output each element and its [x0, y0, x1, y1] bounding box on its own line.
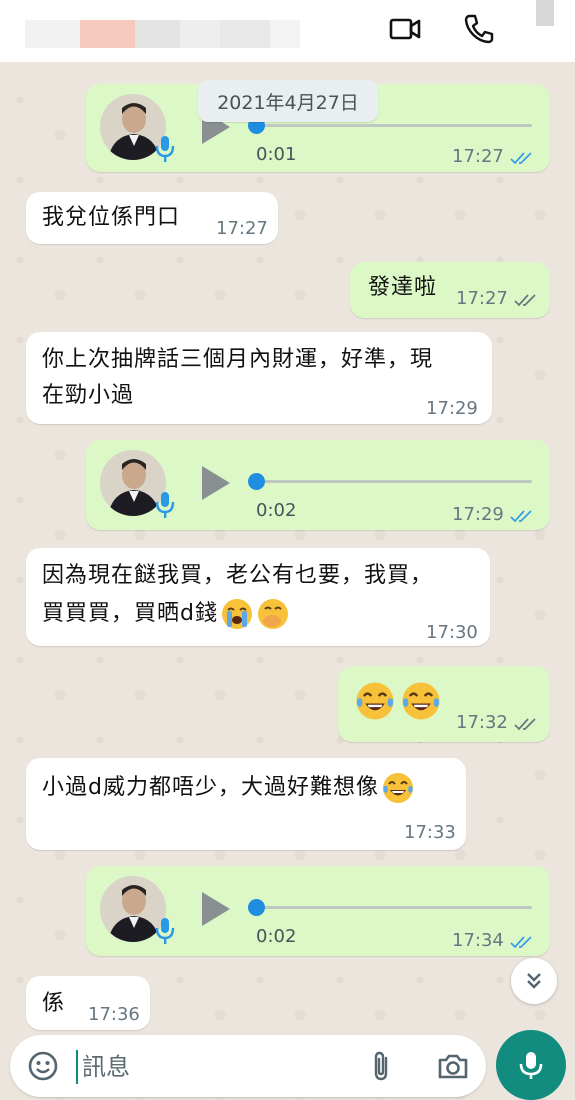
face-with-tears-of-joy-icon — [381, 771, 415, 805]
voice-message[interactable]: 0:02 17:29 — [86, 440, 550, 530]
audio-progress-track[interactable] — [256, 480, 532, 483]
audio-progress-knob[interactable] — [248, 899, 265, 916]
message-time: 17:29 — [426, 398, 478, 419]
message-time: 17:36 — [88, 1004, 140, 1025]
microphone-icon — [154, 916, 176, 946]
microphone-icon — [154, 490, 176, 520]
chevrons-down-icon — [527, 973, 541, 989]
message-time: 17:27 — [452, 146, 504, 167]
message-text-line-2: 買買買，買晒d錢 — [42, 596, 290, 632]
message-time: 17:32 — [456, 712, 508, 733]
chat-header — [0, 0, 575, 62]
message-composer — [10, 1035, 486, 1097]
incoming-message[interactable]: 我兌位係門口 17:27 — [26, 192, 278, 244]
video-call-icon[interactable] — [388, 12, 422, 46]
message-text-span: 買買買，買晒d錢 — [42, 601, 218, 626]
message-text: 係 — [42, 991, 66, 1016]
delivered-ticks-icon — [514, 292, 540, 308]
read-ticks-icon — [510, 934, 536, 950]
message-time: 17:29 — [452, 504, 504, 525]
message-time: 17:34 — [452, 930, 504, 951]
delivered-ticks-icon — [514, 716, 540, 732]
message-text: 你上次抽牌話三個月內財運，好準，現 — [42, 347, 434, 372]
incoming-message[interactable]: 小過d威力都唔少，大過好難想像 17:33 — [26, 758, 466, 850]
audio-progress-knob[interactable] — [248, 473, 265, 490]
emoji-icon[interactable] — [26, 1049, 60, 1083]
incoming-message[interactable]: 你上次抽牌話三個月內財運，好準，現 在勁小過 17:29 — [26, 332, 492, 424]
microphone-icon — [154, 134, 176, 164]
message-time: 17:27 — [456, 288, 508, 309]
camera-icon[interactable] — [436, 1049, 470, 1083]
blurred-corner — [536, 0, 554, 26]
contact-name-blurred[interactable] — [25, 0, 300, 48]
message-text: 因為現在餸我買，老公有乜要，我買， — [42, 563, 434, 588]
play-icon[interactable] — [202, 466, 230, 500]
message-time: 17:30 — [426, 622, 478, 643]
text-caret — [76, 1050, 78, 1084]
message-text: 發達啦 — [368, 275, 438, 300]
face-with-hand-over-mouth-icon — [256, 597, 290, 631]
message-text: 我兌位係門口 — [42, 205, 181, 230]
read-ticks-icon — [510, 508, 536, 524]
incoming-message[interactable]: 因為現在餸我買，老公有乜要，我買， 買買買，買晒d錢 17:30 — [26, 548, 490, 646]
voice-message[interactable]: 0:02 17:34 — [86, 866, 550, 956]
message-input[interactable] — [80, 1047, 344, 1087]
message-text-line-2: 在勁小過 — [42, 383, 135, 408]
face-with-tears-of-joy-icon — [354, 680, 396, 722]
voice-duration: 0:02 — [256, 926, 297, 947]
message-time: 17:27 — [216, 218, 268, 239]
message-emojis — [352, 680, 442, 722]
voice-duration: 0:02 — [256, 500, 297, 521]
outgoing-message[interactable]: 17:32 — [338, 666, 550, 742]
voice-record-button[interactable] — [496, 1030, 566, 1100]
face-with-tears-of-joy-icon — [400, 680, 442, 722]
date-chip: 2021年4月27日 — [198, 80, 378, 122]
message-time: 17:33 — [404, 822, 456, 843]
message-text: 小過d威力都唔少，大過好難想像 — [42, 770, 415, 806]
paperclip-icon[interactable] — [364, 1049, 398, 1083]
microphone-icon — [519, 1052, 543, 1079]
loudly-crying-face-icon — [220, 597, 254, 631]
voice-call-icon[interactable] — [462, 12, 496, 46]
audio-progress-track[interactable] — [256, 124, 532, 127]
incoming-message[interactable]: 係 17:36 — [26, 976, 150, 1030]
scroll-to-bottom-button[interactable] — [511, 958, 557, 1004]
read-ticks-icon — [510, 150, 536, 166]
play-icon[interactable] — [202, 892, 230, 926]
audio-progress-track[interactable] — [256, 906, 532, 909]
message-text-span: 小過d威力都唔少，大過好難想像 — [42, 775, 379, 800]
voice-duration: 0:01 — [256, 144, 297, 165]
outgoing-message[interactable]: 發達啦 17:27 — [350, 262, 550, 318]
